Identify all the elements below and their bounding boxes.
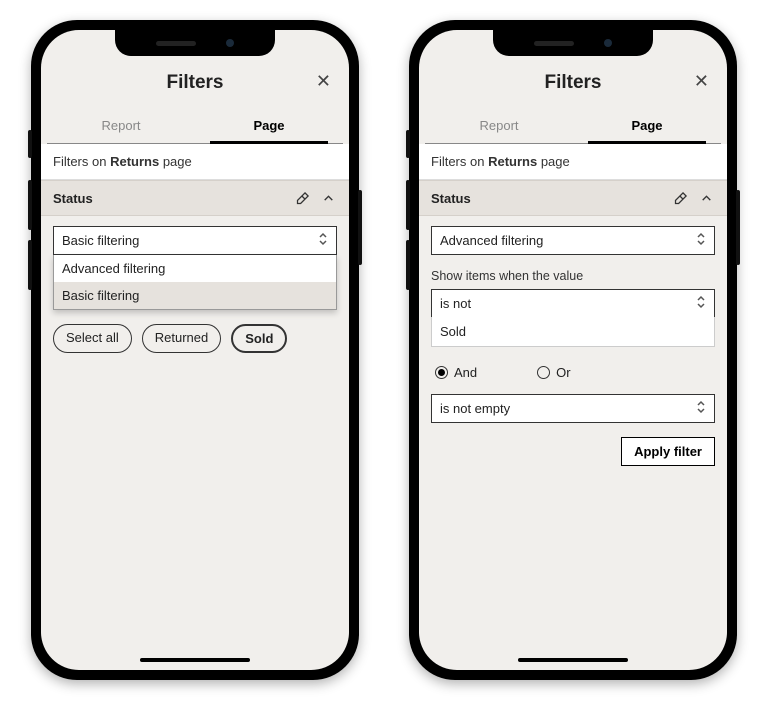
chip-returned[interactable]: Returned [142, 324, 221, 353]
updown-icon [696, 232, 706, 249]
updown-icon [696, 295, 706, 312]
condition2-select[interactable]: is not empty [431, 394, 715, 423]
phone-right: Filters ✕ Report Page Filters on Returns… [409, 20, 737, 680]
radio-dot-off [537, 366, 550, 379]
eraser-icon[interactable] [293, 189, 311, 207]
home-indicator [518, 658, 628, 662]
chevron-up-icon[interactable] [697, 189, 715, 207]
section-title: Status [431, 191, 471, 206]
apply-filter-button[interactable]: Apply filter [621, 437, 715, 466]
page-title: Filters [41, 72, 349, 94]
filter-section-status[interactable]: Status [419, 180, 727, 216]
filter-type-select[interactable]: Basic filtering [53, 226, 337, 255]
radio-dot-on [435, 366, 448, 379]
page-title: Filters [419, 72, 727, 94]
tabs: Report Page [47, 110, 343, 144]
condition1-value[interactable]: Sold [431, 317, 715, 347]
filter-type-select[interactable]: Advanced filtering [431, 226, 715, 255]
filter-section-status[interactable]: Status [41, 180, 349, 216]
filters-on-label: Filters on Returns page [419, 144, 727, 180]
select-value: Basic filtering [62, 233, 139, 248]
updown-icon [318, 232, 328, 249]
tab-report[interactable]: Report [425, 110, 573, 143]
close-icon[interactable]: ✕ [316, 72, 331, 90]
radio-or[interactable]: Or [537, 365, 570, 380]
tab-page[interactable]: Page [573, 110, 721, 143]
home-indicator [140, 658, 250, 662]
tabs: Report Page [425, 110, 721, 144]
option-advanced[interactable]: Advanced filtering [54, 255, 336, 282]
filter-type-dropdown: Advanced filtering Basic filtering [53, 255, 337, 310]
close-icon[interactable]: ✕ [694, 72, 709, 90]
select-value: is not [440, 296, 471, 311]
select-value: Advanced filtering [440, 233, 543, 248]
tab-page[interactable]: Page [195, 110, 343, 143]
updown-icon [696, 400, 706, 417]
radio-and[interactable]: And [435, 365, 477, 380]
select-value: is not empty [440, 401, 510, 416]
chip-select-all[interactable]: Select all [53, 324, 132, 353]
eraser-icon[interactable] [671, 189, 689, 207]
section-title: Status [53, 191, 93, 206]
show-items-label: Show items when the value [431, 269, 715, 283]
header: Filters ✕ [419, 66, 727, 104]
chevron-up-icon[interactable] [319, 189, 337, 207]
tab-report[interactable]: Report [47, 110, 195, 143]
logic-radios: And Or [435, 365, 711, 380]
value-chips: Select all Returned Sold [53, 324, 337, 353]
chip-sold[interactable]: Sold [231, 324, 287, 353]
option-basic[interactable]: Basic filtering [54, 282, 336, 309]
condition1-select[interactable]: is not [431, 289, 715, 318]
filters-on-label: Filters on Returns page [41, 144, 349, 180]
header: Filters ✕ [41, 66, 349, 104]
phone-left: Filters ✕ Report Page Filters on Returns… [31, 20, 359, 680]
